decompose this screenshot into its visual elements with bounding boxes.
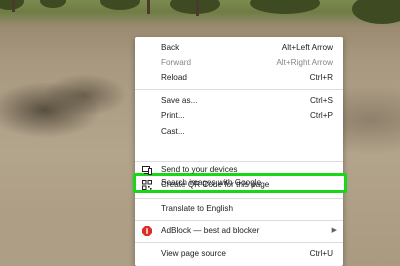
shortcut-label: Ctrl+S — [310, 96, 333, 105]
tree-trunk — [196, 0, 199, 16]
menu-item-label: Forward — [161, 58, 192, 67]
menu-item-label: AdBlock — best ad blocker — [161, 226, 260, 235]
menu-item-send-devices[interactable]: Send to your devices — [135, 163, 343, 177]
shortcut-label: Ctrl+U — [309, 249, 333, 258]
shortcut-label: Ctrl+R — [309, 73, 333, 82]
tree-trunk — [147, 0, 150, 14]
menu-item-label: Cast... — [161, 127, 185, 136]
submenu-arrow-icon: ▶ — [331, 227, 337, 234]
menu-item-label: Reload — [161, 73, 187, 82]
shortcut-label: Ctrl+P — [310, 111, 333, 120]
shortcut-label: Alt+Left Arrow — [281, 43, 333, 52]
menu-item-label: Back — [161, 43, 180, 52]
menu-item-translate[interactable]: Translate to English — [135, 202, 343, 216]
devices-icon — [142, 165, 152, 175]
menu-item-qr-code[interactable]: Create QR Code for this page — [135, 178, 343, 192]
menu-separator — [135, 198, 343, 199]
menu-item-reload[interactable]: Reload Ctrl+R — [135, 71, 343, 85]
menu-item-label: Create QR Code for this page — [161, 180, 270, 189]
menu-item-label: View page source — [161, 249, 226, 258]
menu-item-save-as[interactable]: Save as... Ctrl+S — [135, 94, 343, 108]
menu-item-back[interactable]: Back Alt+Left Arrow — [135, 41, 343, 55]
menu-item-label: Send to your devices — [161, 165, 238, 174]
menu-separator — [135, 220, 343, 221]
qr-code-icon — [142, 180, 152, 190]
menu-item-label: Save as... — [161, 96, 198, 105]
adblock-icon — [142, 226, 152, 236]
menu-item-forward[interactable]: Forward Alt+Right Arrow — [135, 56, 343, 70]
menu-item-label: Print... — [161, 111, 185, 120]
menu-separator — [135, 89, 343, 90]
menu-separator — [135, 242, 343, 243]
shortcut-label: Alt+Right Arrow — [276, 58, 333, 67]
menu-item-cast[interactable]: Cast... — [135, 125, 343, 139]
dirt-path — [0, 190, 140, 266]
menu-item-view-source[interactable]: View page source Ctrl+U — [135, 247, 343, 261]
tree-trunk — [12, 0, 15, 12]
context-menu: Back Alt+Left Arrow Forward Alt+Right Ar… — [133, 37, 347, 266]
menu-item-print[interactable]: Print... Ctrl+P — [135, 109, 343, 123]
menu-item-adblock[interactable]: AdBlock — best ad blocker ▶ — [135, 224, 343, 238]
menu-separator — [135, 161, 343, 162]
menu-item-label: Translate to English — [161, 204, 234, 213]
